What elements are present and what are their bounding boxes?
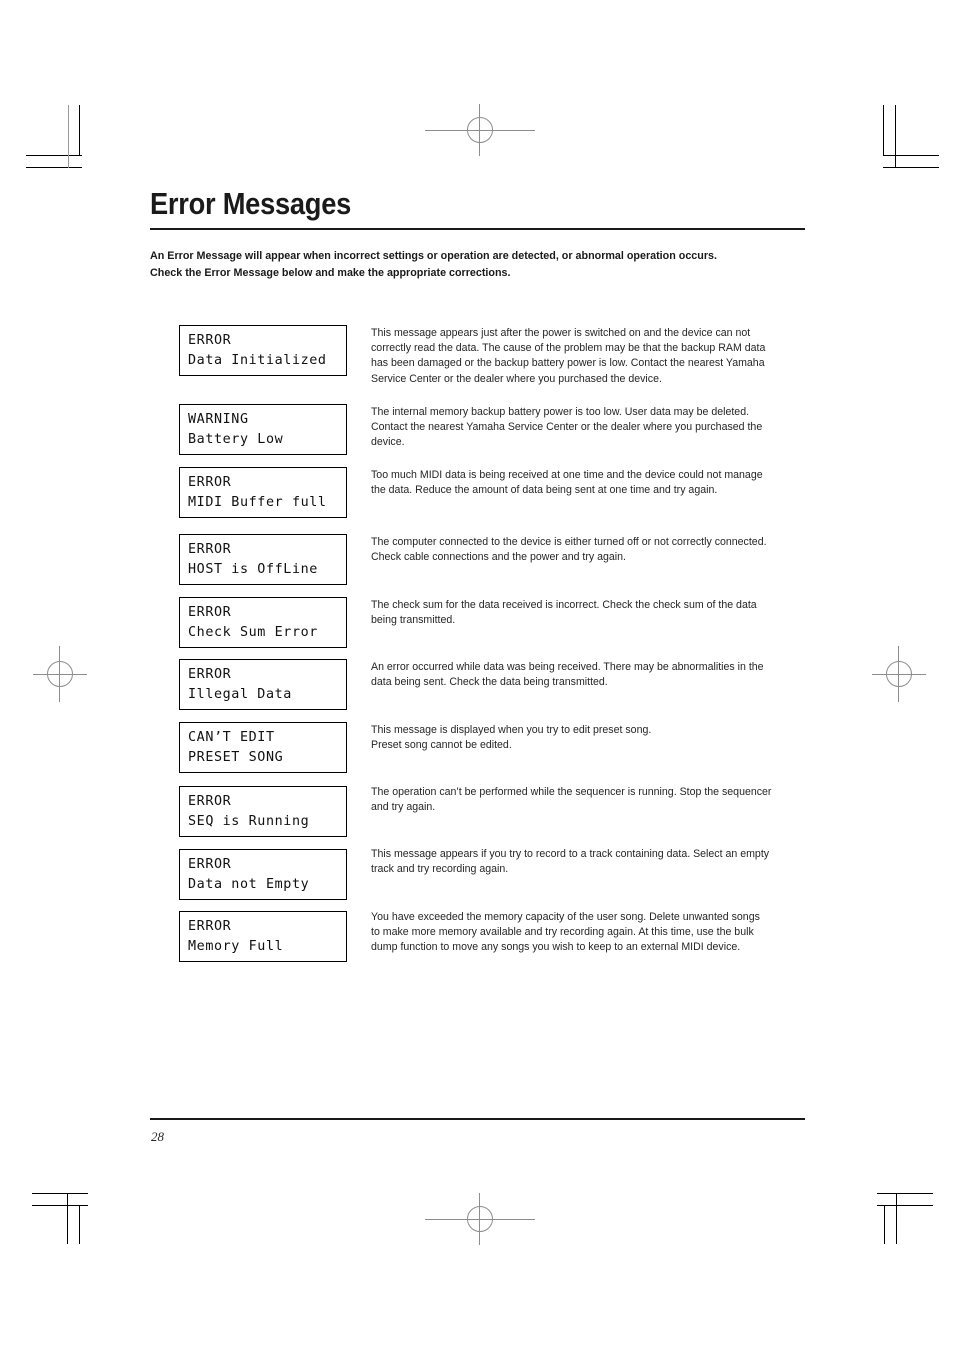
description-line: This message appears if you try to recor… bbox=[371, 848, 770, 860]
error-description: The operation can’t be performed while t… bbox=[371, 785, 805, 815]
description-line: has been damaged or the backup battery p… bbox=[371, 357, 765, 370]
crop-mark-top-left-h1 bbox=[26, 155, 82, 156]
intro-paragraph: An Error Message will appear when incorr… bbox=[150, 248, 803, 282]
registration-mark-right bbox=[886, 661, 912, 687]
lcd-line-2: SEQ is Running bbox=[188, 814, 310, 829]
lcd-line-1: CAN’T EDIT bbox=[188, 730, 275, 745]
crop-mark-bottom-right-v2 bbox=[884, 1205, 885, 1244]
crop-mark-bottom-left-v2 bbox=[79, 1205, 80, 1244]
crop-mark-bottom-right-h1 bbox=[877, 1193, 933, 1194]
footer-divider bbox=[150, 1118, 805, 1120]
lcd-display: ERROR HOST is OffLine bbox=[179, 534, 347, 585]
lcd-line-1: ERROR bbox=[188, 667, 232, 682]
crop-mark-top-left-v1 bbox=[79, 105, 80, 156]
intro-line: Check the Error Message below and make t… bbox=[150, 267, 511, 279]
lcd-line-1: ERROR bbox=[188, 919, 232, 934]
error-description: Too much MIDI data is being received at … bbox=[371, 468, 805, 498]
lcd-line-2: MIDI Buffer full bbox=[188, 495, 327, 510]
page-title: Error Messages bbox=[150, 186, 352, 221]
lcd-line-1: ERROR bbox=[188, 333, 232, 348]
crop-mark-top-right-h2 bbox=[883, 167, 939, 168]
description-line: the data. Reduce the amount of data bein… bbox=[371, 484, 718, 497]
error-description: The computer connected to the device is … bbox=[371, 535, 805, 565]
lcd-line-1: ERROR bbox=[188, 794, 232, 809]
crop-mark-top-right-h1 bbox=[883, 155, 939, 156]
lcd-display: WARNING Battery Low bbox=[179, 404, 347, 455]
description-line: track and try recording again. bbox=[371, 863, 509, 876]
intro-line: An Error Message will appear when incorr… bbox=[150, 250, 717, 262]
description-line: dump function to move any songs you wish… bbox=[371, 941, 741, 954]
description-line: The operation can’t be performed while t… bbox=[371, 786, 772, 798]
crop-mark-top-right-v1 bbox=[883, 105, 884, 156]
description-line: Too much MIDI data is being received at … bbox=[371, 469, 763, 481]
description-line: device. bbox=[371, 436, 405, 449]
lcd-line-2: Memory Full bbox=[188, 939, 284, 954]
crop-mark-bottom-right-h2 bbox=[877, 1205, 933, 1206]
lcd-display: ERROR Data not Empty bbox=[179, 849, 347, 900]
lcd-line-2: HOST is OffLine bbox=[188, 562, 318, 577]
lcd-line-1: ERROR bbox=[188, 475, 232, 490]
registration-mark-left bbox=[47, 661, 73, 687]
description-line: You have exceeded the memory capacity of… bbox=[371, 911, 760, 923]
error-description: An error occurred while data was being r… bbox=[371, 660, 805, 690]
description-line: correctly read the data. The cause of th… bbox=[371, 342, 766, 355]
description-line: and try again. bbox=[371, 801, 436, 814]
lcd-line-1: WARNING bbox=[188, 412, 249, 427]
title-divider bbox=[150, 228, 805, 230]
description-line: being transmitted. bbox=[371, 614, 456, 627]
lcd-line-2: Battery Low bbox=[188, 432, 284, 447]
lcd-line-2: Check Sum Error bbox=[188, 625, 318, 640]
description-line: data being sent. Check the data being tr… bbox=[371, 676, 608, 689]
lcd-display: ERROR Check Sum Error bbox=[179, 597, 347, 648]
description-line: Check cable connections and the power an… bbox=[371, 551, 627, 564]
description-line: Contact the nearest Yamaha Service Cente… bbox=[371, 421, 763, 434]
lcd-line-1: ERROR bbox=[188, 542, 232, 557]
lcd-line-2: Data Initialized bbox=[188, 353, 327, 368]
lcd-display: CAN’T EDIT PRESET SONG bbox=[179, 722, 347, 773]
error-description: You have exceeded the memory capacity of… bbox=[371, 910, 805, 956]
error-description: This message appears just after the powe… bbox=[371, 326, 805, 387]
lcd-line-1: ERROR bbox=[188, 605, 232, 620]
page-number: 28 bbox=[151, 1129, 164, 1144]
description-line: An error occurred while data was being r… bbox=[371, 661, 764, 673]
crop-mark-bottom-right-v1 bbox=[896, 1193, 897, 1244]
error-description: This message is displayed when you try t… bbox=[371, 723, 805, 753]
description-line: This message appears just after the powe… bbox=[371, 327, 751, 339]
crop-mark-top-left-v2 bbox=[68, 105, 69, 168]
error-description: This message appears if you try to recor… bbox=[371, 847, 805, 877]
description-line: The check sum for the data received is i… bbox=[371, 599, 757, 611]
description-line: Preset song cannot be edited. bbox=[371, 739, 512, 752]
manual-page: Error Messages An Error Message will app… bbox=[0, 0, 954, 1351]
lcd-line-2: Illegal Data bbox=[188, 687, 292, 702]
description-line: to make more memory available and try re… bbox=[371, 926, 754, 939]
lcd-display: ERROR MIDI Buffer full bbox=[179, 467, 347, 518]
lcd-line-1: ERROR bbox=[188, 857, 232, 872]
description-line: The internal memory backup battery power… bbox=[371, 406, 750, 418]
lcd-line-2: PRESET SONG bbox=[188, 750, 284, 765]
lcd-display: ERROR Memory Full bbox=[179, 911, 347, 962]
description-line: The computer connected to the device is … bbox=[371, 536, 767, 548]
error-description: The internal memory backup battery power… bbox=[371, 405, 805, 451]
lcd-line-2: Data not Empty bbox=[188, 877, 310, 892]
lcd-display: ERROR SEQ is Running bbox=[179, 786, 347, 837]
error-description: The check sum for the data received is i… bbox=[371, 598, 805, 628]
crop-mark-bottom-left-v1 bbox=[67, 1193, 68, 1244]
registration-mark-top bbox=[467, 117, 493, 143]
crop-mark-top-left-h2 bbox=[26, 167, 82, 168]
lcd-display: ERROR Data Initialized bbox=[179, 325, 347, 376]
crop-mark-top-right-v2 bbox=[895, 105, 896, 168]
lcd-display: ERROR Illegal Data bbox=[179, 659, 347, 710]
registration-mark-bottom bbox=[467, 1206, 493, 1232]
description-line: Service Center or the dealer where you p… bbox=[371, 372, 662, 385]
crop-mark-bottom-left-h1 bbox=[32, 1193, 88, 1194]
description-line: This message is displayed when you try t… bbox=[371, 724, 652, 736]
